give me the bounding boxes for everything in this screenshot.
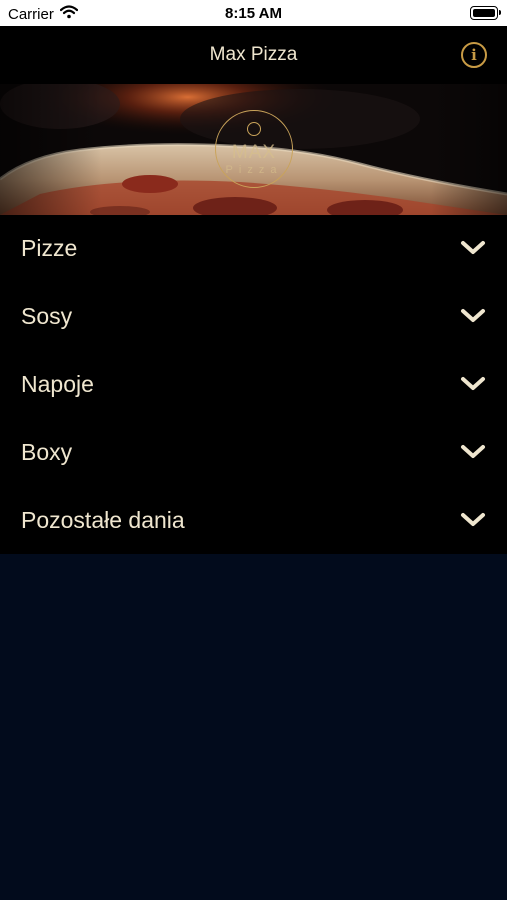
category-item-sosy[interactable]: Sosy [0, 283, 507, 351]
navigation-bar: Max Pizza i [0, 26, 507, 84]
logo-pizza-icon [247, 122, 261, 136]
chevron-down-icon [461, 241, 485, 254]
category-item-napoje[interactable]: Napoje [0, 351, 507, 419]
battery-icon [470, 6, 501, 20]
category-item-boxy[interactable]: Boxy [0, 419, 507, 487]
category-label: Boxy [21, 439, 73, 465]
category-item-pozostale-dania[interactable]: Pozostałe dania [0, 487, 507, 555]
chevron-down-icon [461, 513, 485, 526]
chevron-down-icon [461, 377, 485, 390]
category-label: Sosy [21, 303, 73, 329]
status-time: 8:15 AM [225, 5, 282, 22]
info-button[interactable]: i [461, 42, 487, 68]
chevron-down-icon [461, 309, 485, 322]
category-label: Pozostałe dania [21, 507, 185, 533]
category-label: Pizze [21, 235, 78, 261]
category-item-pizze[interactable]: Pizze [0, 215, 507, 283]
info-icon: i [471, 46, 477, 64]
logo-wordmark: MAX [231, 142, 277, 163]
category-list: Pizze Sosy Napoje Boxy Pozostałe dania [0, 215, 507, 554]
logo-subtitle: Pizza [225, 164, 283, 176]
chevron-down-icon [461, 445, 485, 458]
hero-image: MAX Pizza [0, 84, 507, 215]
category-label: Napoje [21, 371, 94, 397]
empty-content-area [0, 554, 507, 900]
status-bar: Carrier 8:15 AM [0, 0, 507, 26]
page-title: Max Pizza [209, 44, 298, 65]
